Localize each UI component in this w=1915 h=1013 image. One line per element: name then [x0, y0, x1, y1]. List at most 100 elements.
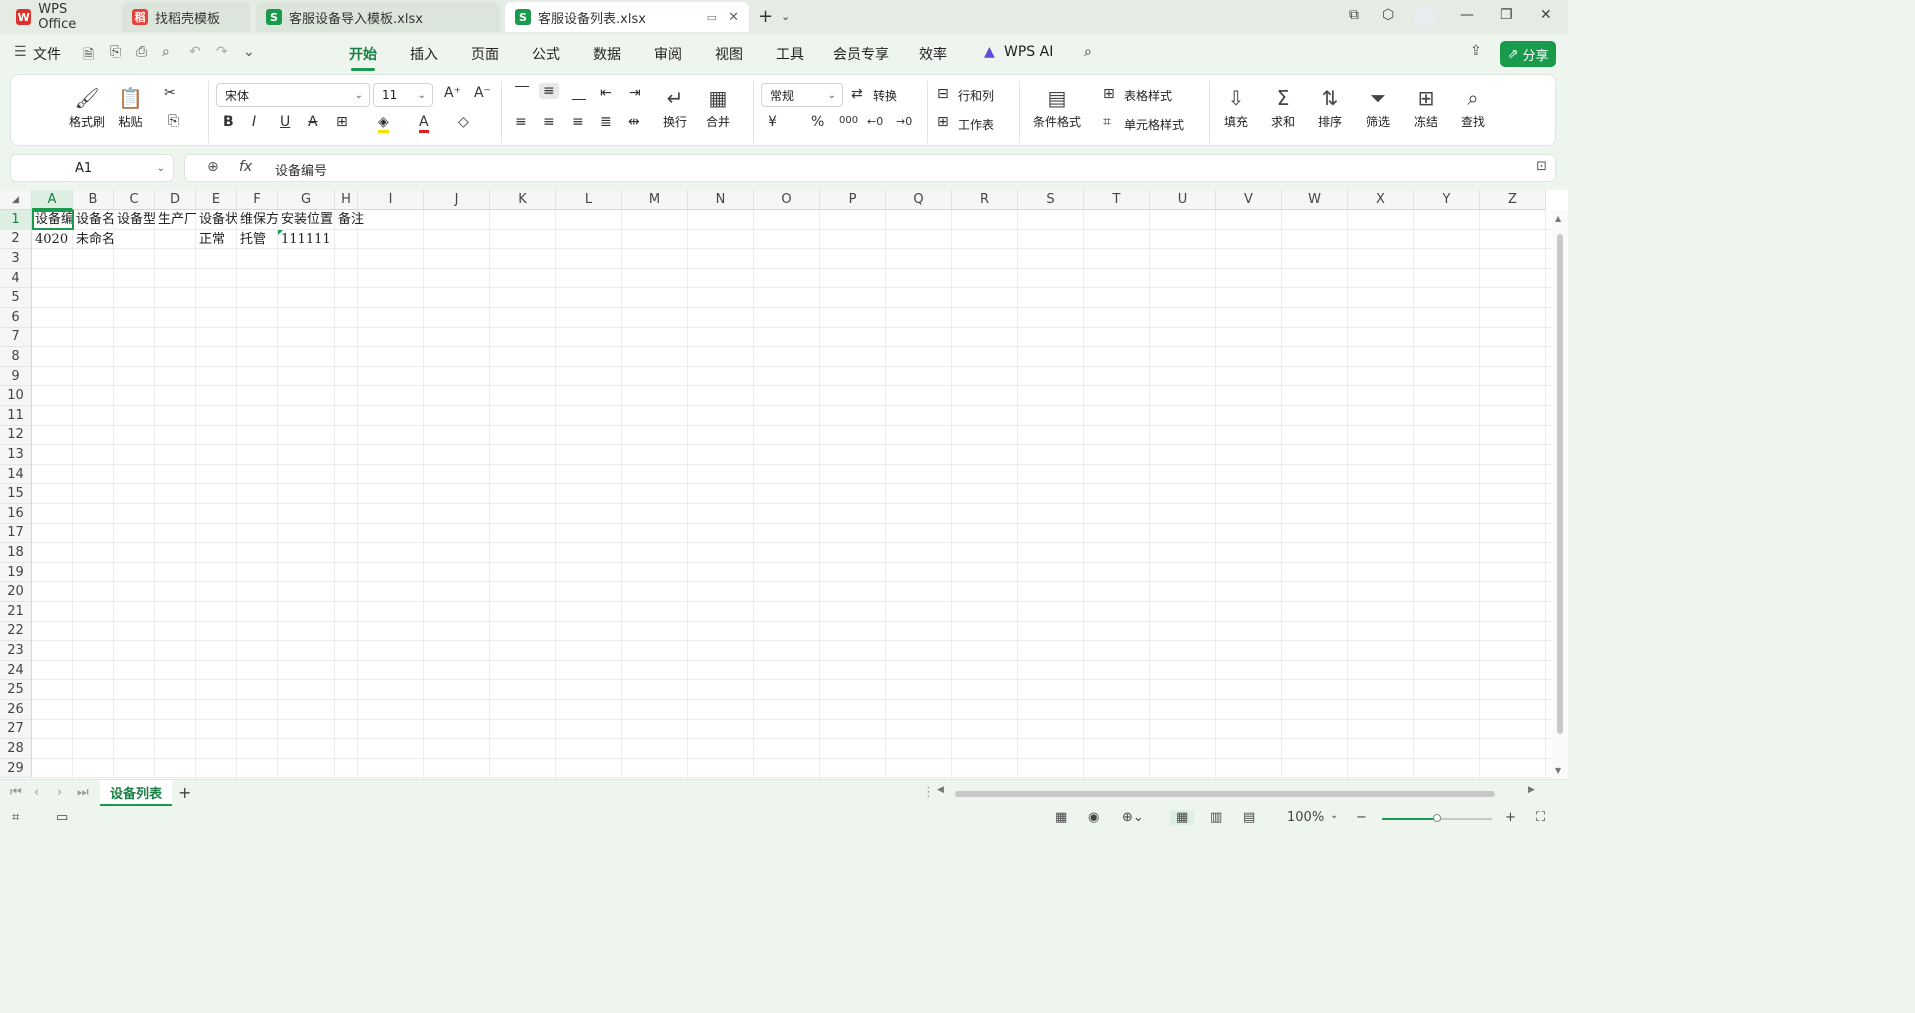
- increase-font-icon[interactable]: A⁺: [444, 85, 461, 101]
- name-box[interactable]: A1 ⌄: [10, 154, 174, 182]
- chevron-down-icon[interactable]: ⌄: [781, 10, 790, 23]
- avatar[interactable]: [1414, 6, 1436, 28]
- fill-color-icon[interactable]: ◈: [378, 114, 389, 133]
- cell-E2[interactable]: 正常: [196, 230, 237, 249]
- prev-sheet-icon[interactable]: ‹: [34, 785, 39, 800]
- align-middle-icon[interactable]: ≡: [539, 83, 559, 99]
- cell-D1[interactable]: 生产厂家: [155, 210, 196, 229]
- cell-B1[interactable]: 设备名称: [73, 210, 114, 229]
- column-header[interactable]: U: [1150, 190, 1216, 210]
- font-name-select[interactable]: 宋体 ⌄: [216, 83, 370, 107]
- align-right-icon[interactable]: ≡: [572, 114, 584, 130]
- normal-view-icon[interactable]: ▦: [1170, 810, 1195, 825]
- cell-C2[interactable]: [114, 230, 155, 249]
- row-header[interactable]: 2: [0, 229, 32, 250]
- sum-button[interactable]: Σ 求和: [1271, 83, 1295, 130]
- column-header[interactable]: D: [155, 190, 196, 210]
- border-icon[interactable]: ⊞: [336, 114, 348, 130]
- sort-button[interactable]: ⇅ 排序: [1318, 83, 1342, 130]
- column-header[interactable]: K: [490, 190, 556, 210]
- scroll-up-icon[interactable]: ▲: [1555, 214, 1561, 223]
- scroll-down-icon[interactable]: ▼: [1555, 766, 1561, 775]
- scroll-left-icon[interactable]: ◀: [937, 785, 944, 795]
- row-header[interactable]: 11: [0, 406, 32, 426]
- number-format-select[interactable]: 常规 ⌄: [761, 83, 843, 107]
- zoom-slider-knob[interactable]: [1433, 814, 1441, 822]
- column-header[interactable]: L: [556, 190, 622, 210]
- zoom-slider[interactable]: [1382, 814, 1492, 822]
- bold-icon[interactable]: B: [223, 114, 234, 130]
- chevron-down-icon[interactable]: ⌄: [243, 44, 255, 60]
- row-header[interactable]: 13: [0, 445, 32, 465]
- tab-docer-templates[interactable]: 稻 找稻壳模板: [122, 2, 250, 32]
- convert-icon[interactable]: ⇄: [851, 86, 863, 102]
- row-header[interactable]: 19: [0, 562, 32, 583]
- wps-ai-button[interactable]: WPS AI: [1004, 44, 1053, 60]
- horizontal-scroll-thumb[interactable]: [955, 791, 1495, 797]
- freeze-button[interactable]: ⊞ 冻结: [1414, 83, 1438, 130]
- new-tab-button[interactable]: +: [758, 6, 773, 27]
- row-header[interactable]: 3: [0, 249, 32, 269]
- tab-data[interactable]: 数据: [593, 44, 621, 64]
- row-header[interactable]: 4: [0, 268, 32, 289]
- row-header[interactable]: 28: [0, 739, 32, 759]
- cell-H2[interactable]: [335, 230, 375, 249]
- vertical-scroll-thumb[interactable]: [1557, 234, 1563, 734]
- restore-icon[interactable]: ❐: [1500, 7, 1513, 23]
- spreadsheet-grid[interactable]: ◢ ABCDEFGHIJKLMNOPQRSTUVWXYZ 1 2 3 4 5 6 7 8 9 10…: [0, 190, 1568, 779]
- notes-icon[interactable]: ▭: [56, 810, 68, 825]
- convert-button[interactable]: 转换: [873, 87, 897, 104]
- cell-F2[interactable]: 托管: [237, 230, 278, 249]
- cell-E1[interactable]: 设备状态: [196, 210, 237, 229]
- fullscreen-icon[interactable]: ⛶: [1536, 810, 1545, 825]
- tab-efficiency[interactable]: 效率: [919, 44, 947, 64]
- monitor-icon[interactable]: ▭: [707, 11, 717, 24]
- share-button[interactable]: ⇗ 分享: [1500, 41, 1556, 67]
- search-icon[interactable]: ⌕: [1084, 44, 1092, 60]
- justify-icon[interactable]: ≣: [600, 114, 612, 130]
- row-header[interactable]: 18: [0, 543, 32, 563]
- row-header[interactable]: 1: [0, 210, 32, 230]
- fx-icon[interactable]: fx: [239, 159, 252, 175]
- rows-cols-button[interactable]: 行和列: [958, 87, 994, 104]
- decrease-decimal-icon[interactable]: →0: [896, 115, 912, 128]
- next-sheet-icon[interactable]: ›: [57, 785, 62, 800]
- underline-icon[interactable]: U: [280, 114, 290, 130]
- filter-button[interactable]: ⏷ 筛选: [1366, 83, 1390, 130]
- zoom-level[interactable]: 100%: [1287, 810, 1324, 825]
- column-header[interactable]: E: [196, 190, 237, 210]
- row-header[interactable]: 15: [0, 484, 32, 504]
- column-header[interactable]: A: [32, 190, 73, 210]
- cloud-upload-icon[interactable]: ⇪: [1470, 43, 1482, 59]
- align-bottom-icon[interactable]: ⎽: [572, 85, 586, 101]
- page-break-icon[interactable]: ▤: [1243, 810, 1255, 825]
- percent-button[interactable]: %: [811, 114, 824, 130]
- column-header[interactable]: I: [358, 190, 424, 210]
- table-style-icon[interactable]: ⊞: [1103, 86, 1115, 102]
- cell-style-icon[interactable]: ⌗: [1103, 114, 1111, 130]
- wrap-text-button[interactable]: ↵ 换行: [663, 83, 687, 130]
- tab-device-list[interactable]: S 客服设备列表.xlsx ▭ ✕: [505, 2, 749, 32]
- cell-G2[interactable]: 111111: [278, 230, 335, 249]
- table-style-button[interactable]: 表格样式: [1124, 87, 1172, 104]
- column-header[interactable]: H: [335, 190, 358, 210]
- italic-icon[interactable]: I: [252, 114, 256, 130]
- row-header[interactable]: 16: [0, 504, 32, 524]
- row-header[interactable]: 23: [0, 641, 32, 661]
- rows-cols-icon[interactable]: ⊟: [937, 86, 949, 102]
- page-layout-icon[interactable]: ▥: [1210, 810, 1222, 825]
- clear-format-icon[interactable]: ◇: [458, 114, 469, 130]
- eye-icon[interactable]: ◉: [1088, 810, 1099, 825]
- row-header[interactable]: 8: [0, 347, 32, 367]
- close-icon[interactable]: ✕: [728, 10, 739, 25]
- increase-decimal-icon[interactable]: ←0: [867, 115, 883, 128]
- row-header[interactable]: 25: [0, 680, 32, 700]
- save-icon[interactable]: 🗎: [83, 44, 94, 68]
- worksheet-icon[interactable]: ⊞: [937, 114, 949, 130]
- tab-home[interactable]: 开始: [349, 44, 377, 71]
- window-layout-icon[interactable]: ⧉: [1349, 7, 1359, 23]
- column-header[interactable]: S: [1018, 190, 1084, 210]
- file-menu[interactable]: 文件: [33, 44, 61, 64]
- print-preview-icon[interactable]: ⌕: [162, 44, 170, 60]
- cell-style-button[interactable]: 单元格样式: [1124, 116, 1184, 133]
